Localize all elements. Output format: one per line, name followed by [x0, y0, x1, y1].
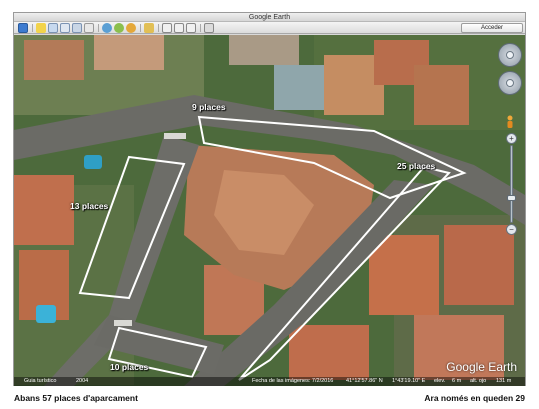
parking-label-10: 10 places	[110, 362, 149, 372]
caption-before: Abans 57 places d'aparcament	[14, 393, 138, 403]
status-bar: Guia turístico 2004 Fecha de las imágene…	[14, 377, 525, 386]
window-title: Google Earth	[248, 14, 291, 21]
parking-label-25: 25 places	[397, 161, 436, 171]
move-control[interactable]	[498, 71, 522, 95]
pan-icon	[506, 79, 514, 87]
title-bar: Google Earth	[14, 13, 525, 22]
eye-altitude-value: 131 m	[496, 378, 512, 384]
toolbar-divider	[140, 24, 141, 32]
historical-year: 2004	[76, 378, 89, 384]
zoom-slider-thumb[interactable]	[507, 195, 516, 201]
tour-guide-label[interactable]: Guia turístico	[24, 377, 56, 386]
toolbar-divider	[200, 24, 201, 32]
street-view-pegman-icon[interactable]	[505, 115, 515, 129]
imagery-date: Fecha de las imágenes: 7/2/2016	[252, 378, 334, 384]
zoom-out-button[interactable]: −	[506, 224, 517, 235]
google-earth-logo: Google Earth	[446, 360, 517, 374]
eye-altitude-label: alt. ojo	[470, 378, 487, 384]
google-earth-window: Google Earth Acceder 9 places 25 places …	[13, 12, 526, 386]
elevation-value: 6 m	[452, 378, 462, 384]
parking-label-13: 13 places	[70, 201, 109, 211]
compass-icon	[506, 51, 514, 59]
zoom-in-button[interactable]: +	[506, 133, 517, 144]
sidebar-toggle-icon[interactable]	[18, 23, 28, 33]
toolbar-divider	[32, 24, 33, 32]
historical-imagery-icon[interactable]	[102, 23, 112, 33]
path-icon[interactable]	[60, 23, 70, 33]
caption-after: Ara només en queden 29	[424, 393, 525, 403]
print-icon[interactable]	[174, 23, 184, 33]
save-image-icon[interactable]	[186, 23, 196, 33]
maps-icon[interactable]	[204, 23, 214, 33]
planets-icon[interactable]	[126, 23, 136, 33]
parking-label-9: 9 places	[192, 102, 226, 112]
sun-icon[interactable]	[114, 23, 124, 33]
tour-icon[interactable]	[84, 23, 94, 33]
latitude-readout: 41°12'57.86" N	[346, 378, 383, 384]
elevation-label: elev.	[434, 378, 446, 384]
polygon-icon[interactable]	[48, 23, 58, 33]
ruler-icon[interactable]	[144, 23, 154, 33]
zoom-slider[interactable]	[510, 145, 513, 223]
toolbar: Acceder	[14, 22, 525, 34]
longitude-readout: 1°43'19.10" E	[392, 378, 426, 384]
map-view[interactable]: 9 places 25 places 13 places 10 places +…	[14, 35, 525, 386]
toolbar-divider	[98, 24, 99, 32]
look-control[interactable]	[498, 43, 522, 67]
email-icon[interactable]	[162, 23, 172, 33]
image-overlay-icon[interactable]	[72, 23, 82, 33]
toolbar-divider	[158, 24, 159, 32]
placemark-icon[interactable]	[36, 23, 46, 33]
sign-in-button[interactable]: Acceder	[461, 23, 523, 33]
